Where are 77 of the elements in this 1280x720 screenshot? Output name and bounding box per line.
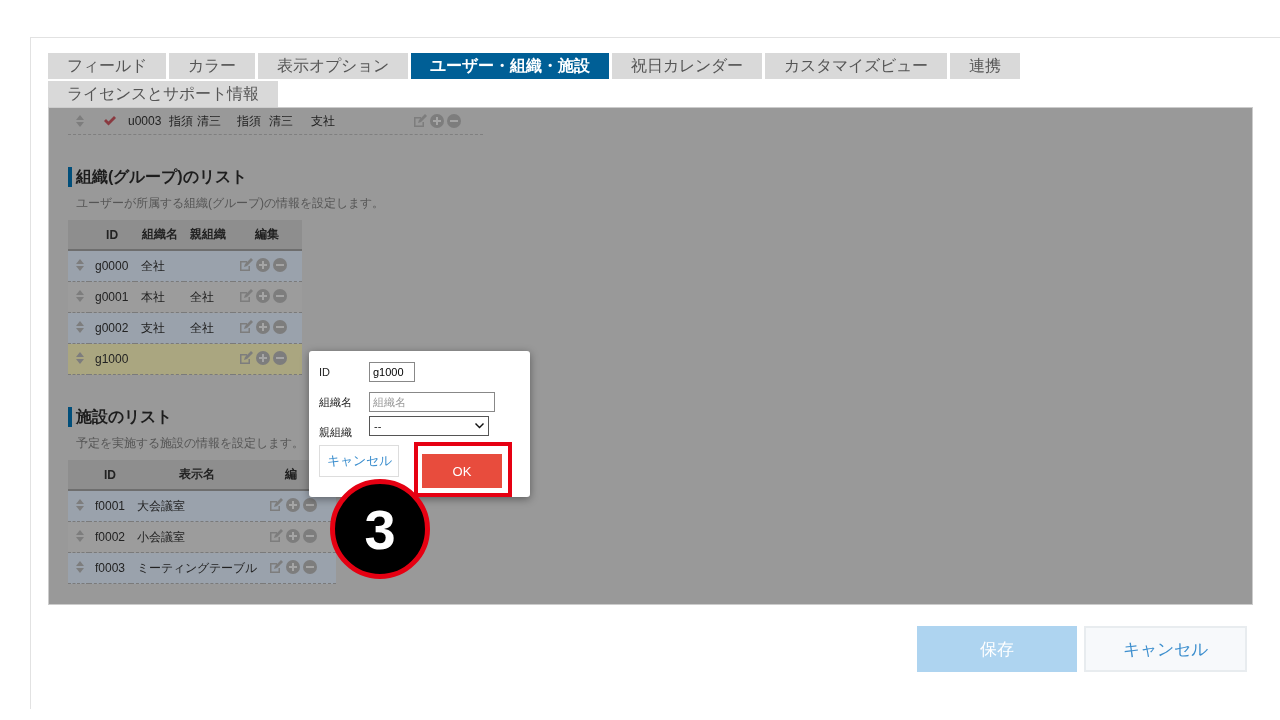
tab[interactable]: 連携 <box>950 53 1020 79</box>
tab[interactable]: 表示オプション <box>258 53 408 79</box>
add-icon[interactable] <box>429 114 444 128</box>
table-cell: 清三 <box>268 112 293 130</box>
table-cell: ミーティングテーブル <box>137 560 258 575</box>
column-header: 親組織 <box>184 220 233 250</box>
tab[interactable]: カラー <box>169 53 255 79</box>
remove-icon[interactable] <box>446 114 461 128</box>
table-cell: f0001 <box>95 499 126 513</box>
table-cell: f0002 <box>95 530 126 544</box>
tab[interactable]: ライセンスとサポート情報 <box>48 81 278 107</box>
table-cell: f0003 <box>95 561 126 575</box>
table-cell: 本社 <box>141 289 166 304</box>
tab[interactable]: フィールド <box>48 53 166 79</box>
edit-icon[interactable] <box>238 288 253 303</box>
sort-handle-icon[interactable] <box>76 351 84 364</box>
add-icon[interactable] <box>286 497 301 512</box>
table-cell: 支社 <box>310 112 335 130</box>
table-cell: g0002 <box>95 321 129 335</box>
remove-icon[interactable] <box>303 528 318 543</box>
tab[interactable]: ユーザー・組織・施設 <box>411 53 609 79</box>
tab[interactable]: 祝日カレンダー <box>612 53 762 79</box>
column-header: 編集 <box>232 220 302 250</box>
table-cell: u0003 <box>128 114 162 128</box>
edit-icon[interactable] <box>269 497 284 512</box>
table-cell: 小会議室 <box>137 529 186 544</box>
edit-icon[interactable] <box>269 559 284 574</box>
edit-icon[interactable] <box>269 528 284 543</box>
field-label: 組織名 <box>319 394 353 410</box>
chevron-icon <box>475 423 484 429</box>
table-cell: 指須 清三 <box>169 112 221 130</box>
column-header: ID <box>89 220 136 250</box>
remove-icon[interactable] <box>272 319 287 334</box>
field-label: 親組織 <box>319 424 353 440</box>
input-field[interactable]: g1000 <box>369 362 415 382</box>
edit-icon[interactable] <box>238 350 253 365</box>
sort-handle-icon[interactable] <box>76 289 84 302</box>
input-field[interactable]: 組織名 <box>369 392 495 412</box>
edit-icon[interactable] <box>412 114 427 128</box>
sort-handle-icon[interactable] <box>76 529 84 542</box>
table-cell: 全社 <box>141 258 166 273</box>
remove-icon[interactable] <box>272 288 287 303</box>
add-icon[interactable] <box>286 528 301 543</box>
add-icon[interactable] <box>255 319 270 334</box>
remove-icon[interactable] <box>303 497 318 512</box>
cancel-button[interactable]: キャンセル <box>319 445 399 477</box>
ok-button[interactable]: OK <box>422 454 502 488</box>
section-heading: 組織(グループ)のリスト <box>68 167 1252 187</box>
sort-handle-icon[interactable] <box>76 258 84 271</box>
sort-handle-icon[interactable] <box>76 498 84 511</box>
table-cell: 指須 <box>236 112 261 130</box>
table-cell: 大会議室 <box>137 498 186 513</box>
add-icon[interactable] <box>286 559 301 574</box>
remove-icon[interactable] <box>272 350 287 365</box>
table-cell: 全社 <box>190 320 214 335</box>
column-header: ID <box>89 460 132 490</box>
table-cell: g0001 <box>95 290 129 304</box>
edit-icon[interactable] <box>238 257 253 272</box>
remove-icon[interactable] <box>303 559 318 574</box>
table-cell: g0000 <box>95 259 129 273</box>
add-icon[interactable] <box>255 350 270 365</box>
add-icon[interactable] <box>255 288 270 303</box>
table-cell: g1000 <box>95 352 129 366</box>
table-cell: 支社 <box>141 320 166 335</box>
sort-handle-icon[interactable] <box>76 560 84 573</box>
field-label: ID <box>319 366 331 378</box>
select-field[interactable]: -- <box>369 416 489 436</box>
remove-icon[interactable] <box>272 257 287 272</box>
table-cell: 全社 <box>190 289 214 304</box>
column-header: 表示名 <box>131 460 264 490</box>
tab[interactable]: カスタマイズビュー <box>765 53 947 79</box>
edit-icon[interactable] <box>238 319 253 334</box>
add-icon[interactable] <box>255 257 270 272</box>
sort-handle-icon[interactable] <box>76 320 84 333</box>
column-header: 組織名 <box>135 220 184 250</box>
cancel-button[interactable]: キャンセル <box>1084 626 1247 672</box>
sort-handle-icon[interactable] <box>76 115 84 127</box>
